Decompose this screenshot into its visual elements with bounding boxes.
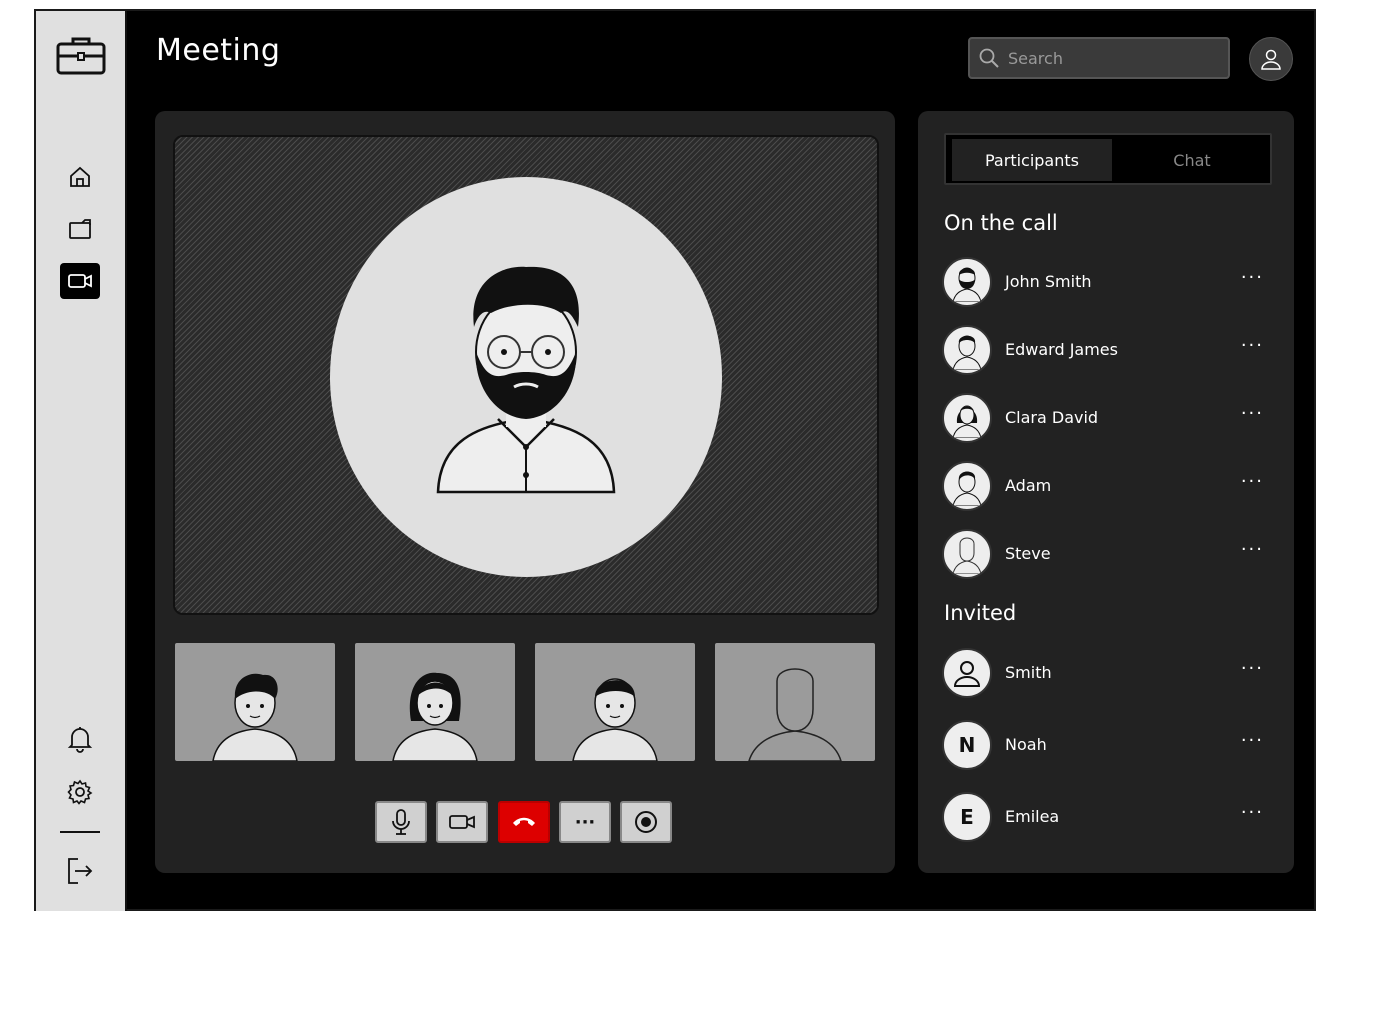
search-input[interactable] [1008,48,1208,68]
participant-video-tile[interactable] [713,641,877,763]
record-icon [635,811,657,833]
participants-panel: Participants Chat On the call John Smith… [918,111,1294,873]
sidebar-item-meetings[interactable] [60,263,100,299]
participant-name: John Smith [1005,272,1092,291]
participant-video-tile[interactable] [533,641,697,763]
home-icon [70,166,90,187]
participant-row[interactable]: John Smith ··· [942,257,1272,311]
invited-row[interactable]: E Emilea ··· [942,792,1272,846]
microphone-button[interactable] [375,801,427,843]
camera-button[interactable] [436,801,488,843]
user-icon [1261,49,1281,70]
main-video [173,135,879,615]
briefcase-logo-icon [56,33,106,77]
sidebar-item-settings[interactable] [60,774,100,810]
microphone-icon [392,809,410,835]
participant-name: Emilea [1005,807,1060,826]
phone-hangup-icon [513,817,535,826]
avatar [942,325,992,375]
avatar [942,461,992,511]
avatar [942,257,992,307]
bell-icon [67,727,93,753]
participant-name: Smith [1005,663,1052,682]
avatar [942,393,992,443]
more-options-icon[interactable]: ··· [1241,539,1264,560]
video-camera-icon [449,815,475,829]
panel-tabs: Participants Chat [944,133,1272,185]
participant-name: Clara David [1005,408,1099,427]
avatar-initial: N [942,720,992,770]
bearded-man-avatar-icon [952,267,982,302]
profile-button[interactable] [1249,37,1293,81]
logout-icon [68,858,93,884]
sidebar-item-notifications[interactable] [60,721,100,757]
page-title: Meeting [156,33,281,68]
person-silhouette-icon [952,537,982,574]
participant-name: Noah [1005,735,1047,754]
invited-heading: Invited [944,601,1017,625]
participant-thumbnails [173,641,879,765]
gear-icon [67,779,93,805]
avatar-initial: E [942,792,992,842]
sidebar-divider [60,831,100,833]
more-options-icon[interactable]: ··· [1241,267,1264,288]
sidebar-item-home[interactable] [60,159,100,195]
participant-row[interactable]: Adam ··· [942,461,1272,515]
record-button[interactable] [620,801,672,843]
video-camera-icon [68,274,92,288]
participant-name: Steve [1005,544,1051,563]
participant-row[interactable]: Steve ··· [942,529,1272,583]
search-box[interactable] [968,37,1230,79]
more-options-icon[interactable]: ··· [1241,335,1264,356]
tab-participants[interactable]: Participants [952,139,1112,181]
more-options-icon[interactable]: ··· [1241,658,1264,679]
video-panel: ··· [155,111,895,873]
participant-name: Adam [1005,476,1052,495]
more-options-icon[interactable]: ··· [1241,802,1264,823]
app-window: Meeting Search ··· Participants Chat On … [34,9,1316,911]
participant-video-tile[interactable] [173,641,337,763]
invited-row[interactable]: N Noah ··· [942,720,1272,774]
tab-chat[interactable]: Chat [1112,139,1272,181]
avatar [942,648,992,698]
more-options-icon[interactable]: ··· [1241,403,1264,424]
more-options-icon[interactable]: ··· [1241,730,1264,751]
more-options-icon[interactable]: ··· [1241,471,1264,492]
invited-row[interactable]: Smith ··· [942,648,1272,702]
call-controls: ··· [375,801,675,845]
more-options-button[interactable]: ··· [559,801,611,843]
search-icon [979,48,999,68]
man-avatar-icon [952,471,982,506]
user-icon [953,661,981,687]
participant-name: Edward James [1005,340,1118,359]
woman-avatar-icon [952,405,982,438]
participant-video-tile[interactable] [353,641,517,763]
person-avatar-icon [392,672,478,761]
person-avatar-icon [212,673,298,761]
person-avatar-icon [572,678,658,761]
sidebar [36,11,127,911]
participant-row[interactable]: Clara David ··· [942,393,1272,447]
sidebar-item-logout[interactable] [60,853,100,889]
person-silhouette-icon [748,668,842,761]
more-dots-icon: ··· [574,811,596,833]
man-avatar-icon [952,335,982,370]
participant-row[interactable]: Edward James ··· [942,325,1272,379]
folder-icon [69,219,91,239]
end-call-button[interactable] [498,801,550,843]
avatar [942,529,992,579]
sidebar-item-files[interactable] [60,211,100,247]
active-speaker [330,177,722,577]
on-call-heading: On the call [944,211,1058,235]
bearded-man-avatar-icon [436,266,616,494]
